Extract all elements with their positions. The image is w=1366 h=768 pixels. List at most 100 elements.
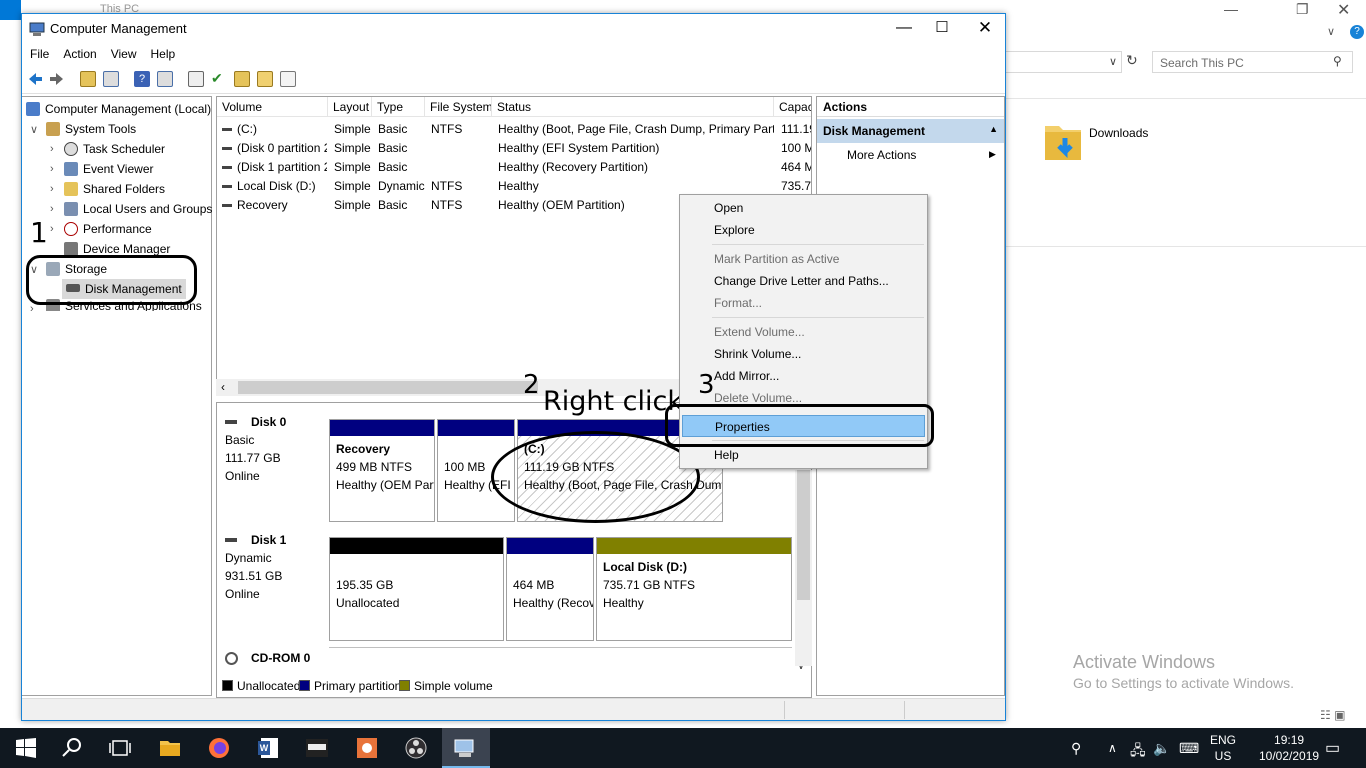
disk1-label[interactable]: Disk 1 Dynamic 931.51 GB Online [217,525,327,637]
menu-item-change-letter[interactable]: Change Drive Letter and Paths... [682,270,925,292]
menu-view[interactable]: View [103,44,143,61]
cell-type: Basic [378,198,408,212]
annotation-number-3: 3 [698,370,715,400]
search-icon[interactable] [60,736,84,760]
back-arrow-icon[interactable] [27,71,43,87]
expand-arrow-icon[interactable]: › [50,143,54,155]
tree-event-viewer[interactable]: Event Viewer [64,159,153,179]
close-icon[interactable]: ✕ [1337,0,1350,20]
address-bar[interactable] [1005,51,1122,73]
menu-item-help[interactable]: Help [682,444,925,466]
scroll-left-icon[interactable]: ‹ [221,380,225,394]
connect-icon[interactable] [188,71,204,87]
actions-disk-management[interactable]: Disk Management ▲ [817,119,1004,143]
downloads-label[interactable]: Downloads [1089,126,1148,140]
people-icon[interactable]: ⚲ [1071,740,1081,757]
partition-size: 735.71 GB NTFS [603,578,696,592]
help-icon[interactable]: ? [1350,25,1364,39]
close-button[interactable]: ✕ [962,14,1008,44]
search-folder-icon[interactable] [257,71,273,87]
tree-system-tools[interactable]: System Tools [46,119,136,139]
disk0-label[interactable]: Disk 0 Basic 111.77 GB Online [217,407,327,519]
firefox-icon[interactable] [207,736,231,760]
table-row[interactable]: (C:) Simple Basic NTFS Healthy (Boot, Pa… [217,120,811,139]
expand-arrow-icon[interactable]: › [50,223,54,235]
collapse-up-icon[interactable]: ▲ [989,124,998,134]
volume-icon[interactable]: 🔈 [1153,740,1170,757]
table-row[interactable]: (Disk 0 partition 2) Simple Basic Health… [217,139,811,158]
restore-icon[interactable]: ❐ [1296,1,1309,18]
show-hide-tree-icon[interactable] [103,71,119,87]
disk0-type: Basic [225,433,255,447]
menu-item-add-mirror[interactable]: Add Mirror... [682,365,925,387]
obs-icon[interactable] [404,736,428,760]
minimize-icon[interactable]: — [1224,1,1238,17]
maximize-button[interactable]: ☐ [919,14,965,44]
column-header-status[interactable]: Status [492,97,774,117]
app-orange-icon[interactable] [355,736,379,760]
tree-shared-folders[interactable]: Shared Folders [64,179,165,199]
menu-help[interactable]: Help [143,44,182,61]
partition-d[interactable]: Local Disk (D:) 735.71 GB NTFS Healthy [596,537,792,641]
computer-management-icon [454,739,474,757]
annotation-oval-storage [26,255,197,305]
refresh-icon[interactable]: ↻ [1126,52,1138,69]
column-header-layout[interactable]: Layout [328,97,372,117]
menu-file[interactable]: File [22,44,55,61]
word-icon[interactable]: W [256,736,280,760]
language-region: US [1214,749,1232,763]
up-folder-icon[interactable] [80,71,96,87]
chevron-up-icon[interactable]: ∧ [1108,741,1117,755]
vertical-scrollbar[interactable] [795,470,812,666]
tree-task-scheduler[interactable]: Task Scheduler [64,139,165,159]
expand-arrow-icon[interactable]: › [50,183,54,195]
expand-arrow-icon[interactable]: › [30,303,34,315]
column-header-file-system[interactable]: File System [425,97,492,117]
downloads-folder-icon[interactable] [1043,120,1085,164]
expand-arrow-icon[interactable]: › [50,203,54,215]
properties-view-icon[interactable] [157,71,173,87]
details-view-icon[interactable]: ☷ ▣ [1320,708,1345,722]
table-row[interactable]: (Disk 1 partition 2) Simple Basic Health… [217,158,811,177]
folder-up-icon[interactable] [234,71,250,87]
search-input[interactable]: Search This PC [1152,51,1353,73]
tree-system-tools-label: System Tools [65,122,137,136]
forward-arrow-icon[interactable] [49,71,65,87]
activate-windows-watermark: Activate Windows Go to Settings to activ… [1073,652,1294,691]
column-header-capacity[interactable]: Capac [774,97,811,117]
more-actions[interactable]: More Actions [847,148,916,162]
menu-item-explore[interactable]: Explore [682,219,925,241]
column-header-volume[interactable]: Volume [217,97,328,117]
tree-performance[interactable]: Performance [64,219,152,239]
menu-item-shrink[interactable]: Shrink Volume... [682,343,925,365]
file-explorer-icon[interactable] [158,736,182,760]
partition-recovery[interactable]: Recovery 499 MB NTFS Healthy (OEM Parti [329,419,435,522]
checklist-icon[interactable]: ✔ [211,71,227,87]
menu-item-open[interactable]: Open [682,197,925,219]
cdrom-label[interactable]: CD-ROM 0 [217,643,327,673]
windows-start-icon[interactable] [14,736,38,760]
chevron-down-icon[interactable]: ∨ [1327,25,1335,38]
menu-action[interactable]: Action [55,44,102,61]
partition-unallocated[interactable]: 195.35 GB Unallocated [329,537,504,641]
tree-local-users[interactable]: Local Users and Groups [64,199,212,219]
network-icon[interactable]: 🖧 [1130,740,1146,764]
clock[interactable]: 19:19 10/02/2019 [1259,732,1319,764]
column-header-type[interactable]: Type [372,97,425,117]
keyboard-icon[interactable]: ⌨ [1179,740,1199,757]
input-language[interactable]: ENG US [1210,732,1236,764]
list-icon[interactable] [280,71,296,87]
pubg-icon[interactable] [305,736,329,760]
clock-time: 19:19 [1274,733,1305,747]
expand-arrow-icon[interactable]: › [50,163,54,175]
partition-disk1-recovery[interactable]: 464 MB Healthy (Recov [506,537,594,641]
task-view-icon[interactable] [108,736,132,760]
tree-root[interactable]: Computer Management (Local) [26,99,211,119]
device-manager-icon [64,242,78,256]
notification-icon[interactable]: ▭ [1325,738,1340,758]
help-icon[interactable]: ? [134,71,150,87]
collapse-arrow-icon[interactable]: ∨ [30,123,38,136]
address-dropdown-icon[interactable]: ∨ [1109,55,1117,68]
scroll-thumb[interactable] [238,381,538,394]
scroll-thumb[interactable] [797,470,810,600]
